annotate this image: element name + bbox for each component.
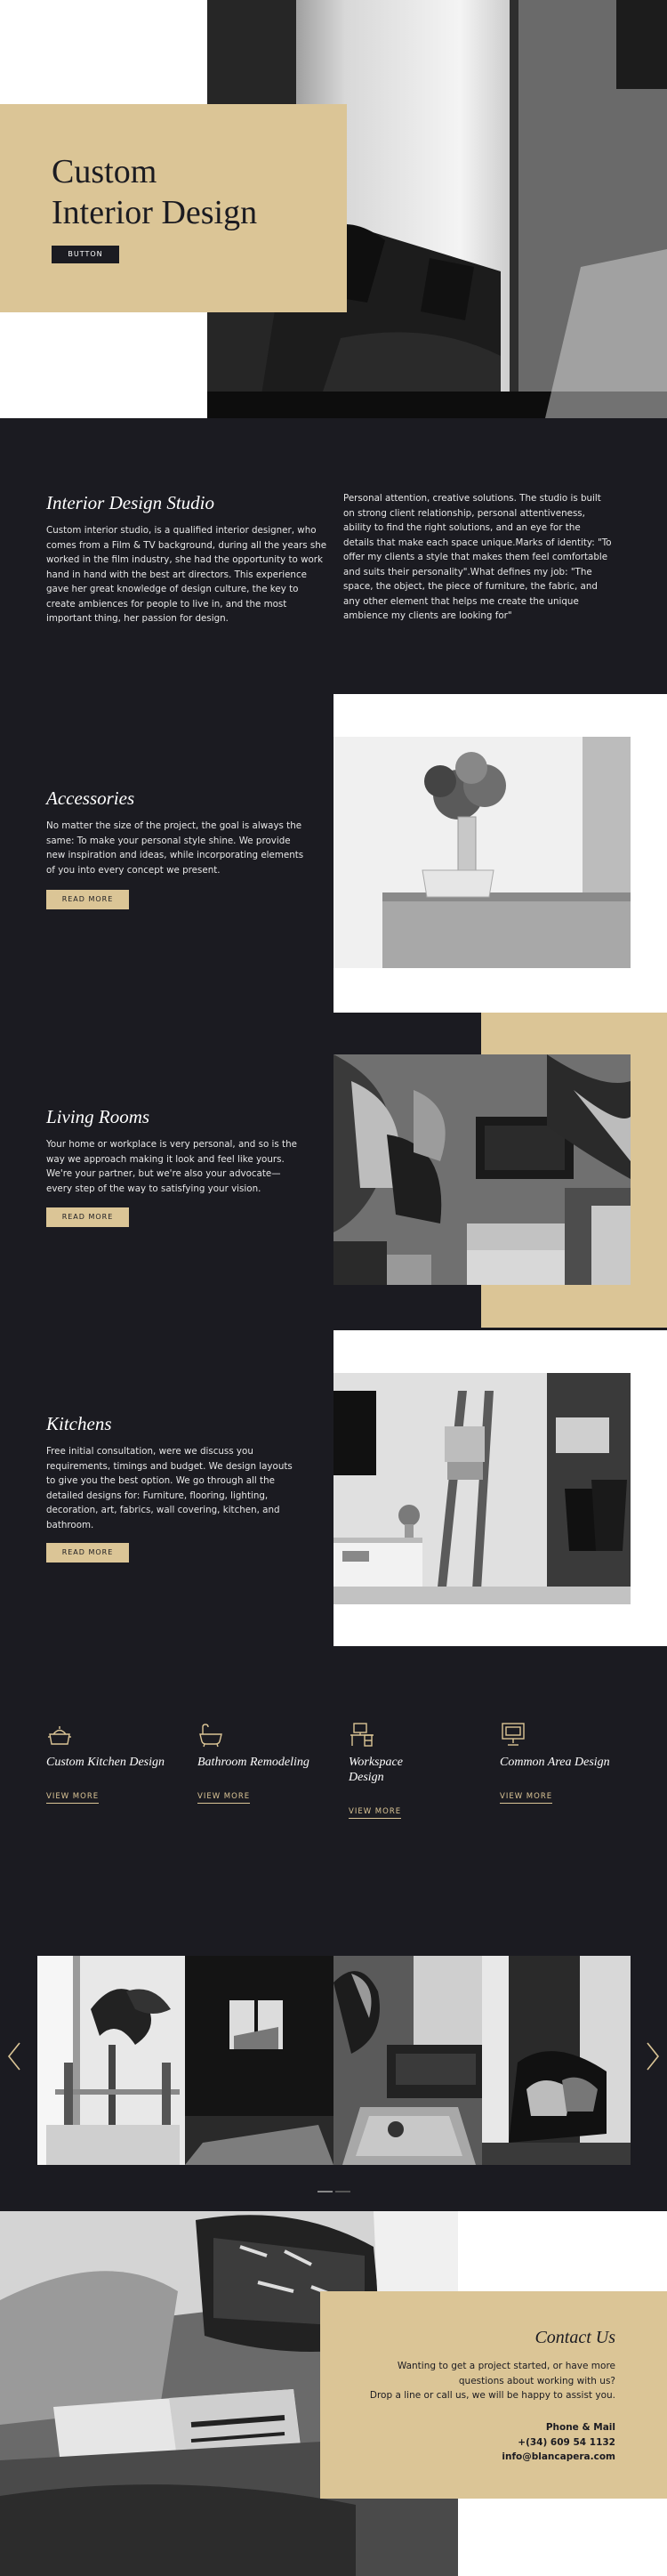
contact-text-line3: Drop a line or call us, we will be happy… xyxy=(369,2390,615,2401)
service-title: Common Area Design xyxy=(500,1756,610,1769)
accessories-read-more-button[interactable]: READ MORE xyxy=(46,890,129,909)
studio-title: Interior Design Studio xyxy=(46,492,214,513)
gallery-image-4[interactable] xyxy=(482,1956,631,2165)
slider-indicator-2[interactable] xyxy=(335,2191,350,2192)
studio-right-text: Personal attention, creative solutions. … xyxy=(343,493,612,621)
hero-title: Custom Interior Design xyxy=(52,151,257,233)
service-view-more-link[interactable]: VIEW MORE xyxy=(197,1792,251,1804)
contact-card: Contact Us Wanting to get a project star… xyxy=(320,2291,667,2499)
living-rooms-text: Your home or workplace is very personal,… xyxy=(46,1139,297,1194)
hero-title-line2: Interior Design xyxy=(52,194,258,231)
gallery-image-1[interactable] xyxy=(37,1956,185,2165)
slider-prev-arrow[interactable] xyxy=(5,2041,23,2071)
living-rooms-section: Living Rooms Your home or workplace is v… xyxy=(0,1013,667,1330)
accessories-photo xyxy=(334,737,631,968)
bathtub-icon xyxy=(197,1721,224,1748)
monitor-icon xyxy=(500,1721,526,1748)
studio-left-text: Custom interior studio, is a qualified i… xyxy=(46,525,327,624)
contact-description: Wanting to get a project started, or hav… xyxy=(349,2359,615,2403)
desk-icon xyxy=(349,1721,375,1748)
cooking-pot-icon xyxy=(46,1721,73,1748)
hero-button[interactable]: BUTTON xyxy=(52,246,119,263)
contact-text-line1: Wanting to get a project started, or hav… xyxy=(397,2361,615,2371)
contact-text-line2: questions about working with us? xyxy=(458,2375,615,2386)
kitchens-title: Kitchens xyxy=(46,1413,112,1434)
contact-title: Contact Us xyxy=(534,2328,615,2347)
gallery-slider xyxy=(0,1877,667,2211)
service-view-more-link[interactable]: VIEW MORE xyxy=(500,1792,553,1804)
services-section: Custom Kitchen Design VIEW MORE Bathroom… xyxy=(0,1646,667,1877)
service-title: Custom Kitchen Design xyxy=(46,1756,165,1769)
hero-card: Custom Interior Design BUTTON xyxy=(0,104,347,312)
contact-email[interactable]: info@blancapera.com xyxy=(349,2450,615,2465)
kitchens-read-more-button[interactable]: READ MORE xyxy=(46,1543,129,1563)
service-custom-kitchen: Custom Kitchen Design VIEW MORE xyxy=(46,1721,180,1804)
studio-section: Interior Design Studio Custom interior s… xyxy=(0,418,667,694)
service-common-area: Common Area Design VIEW MORE xyxy=(500,1721,633,1804)
living-rooms-read-more-button[interactable]: READ MORE xyxy=(46,1207,129,1227)
kitchens-text: Free initial consultation, were we discu… xyxy=(46,1446,293,1530)
contact-phone[interactable]: +(34) 609 54 1132 xyxy=(349,2435,615,2451)
kitchens-photo xyxy=(334,1373,631,1604)
service-workspace: Workspace Design VIEW MORE xyxy=(349,1721,446,1819)
gallery-image-2[interactable] xyxy=(185,1956,334,2165)
slider-next-arrow[interactable] xyxy=(644,2041,662,2071)
service-bathroom: Bathroom Remodeling VIEW MORE xyxy=(197,1721,331,1804)
hero-section: Custom Interior Design BUTTON xyxy=(0,0,667,418)
kitchens-section: Kitchens Free initial consultation, were… xyxy=(0,1330,667,1646)
gallery-image-3[interactable] xyxy=(334,1956,482,2165)
accessories-text: No matter the size of the project, the g… xyxy=(46,820,304,876)
service-title: Workspace Design xyxy=(349,1756,403,1784)
accessories-title: Accessories xyxy=(46,787,135,809)
contact-details: Phone & Mail +(34) 609 54 1132 info@blan… xyxy=(349,2420,615,2465)
service-view-more-link[interactable]: VIEW MORE xyxy=(46,1792,100,1804)
service-title: Bathroom Remodeling xyxy=(197,1756,309,1769)
hero-title-line1: Custom xyxy=(52,153,157,190)
living-rooms-title: Living Rooms xyxy=(46,1106,150,1127)
accessories-section: Accessories No matter the size of the pr… xyxy=(0,694,667,1013)
contact-section: Contact Us Wanting to get a project star… xyxy=(0,2211,667,2576)
contact-phone-label: Phone & Mail xyxy=(545,2422,615,2433)
slider-indicator-1[interactable] xyxy=(317,2191,333,2192)
service-view-more-link[interactable]: VIEW MORE xyxy=(349,1807,402,1819)
living-rooms-photo xyxy=(334,1054,631,1285)
